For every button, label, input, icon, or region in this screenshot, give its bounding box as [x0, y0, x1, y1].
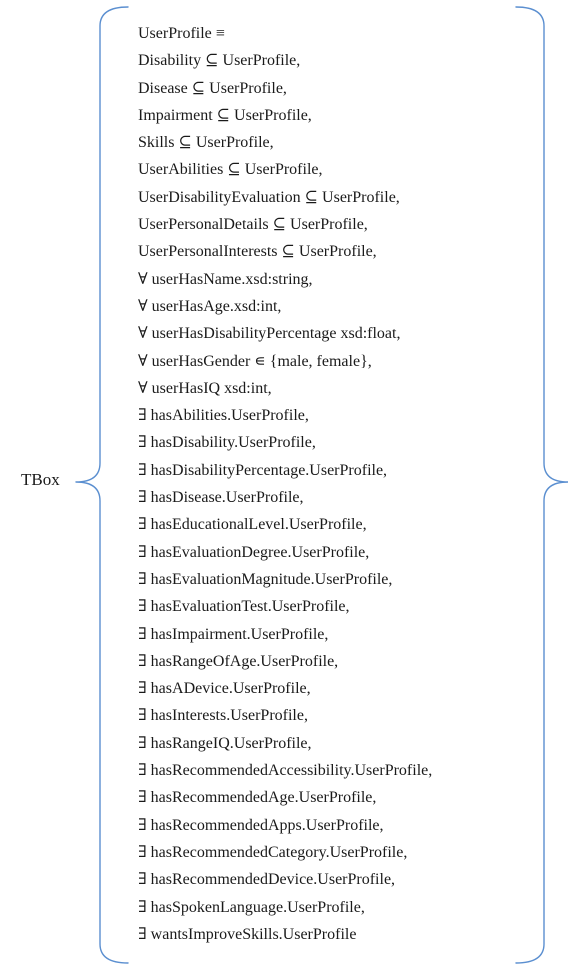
axiom-line: UserProfile ≡ — [138, 25, 225, 42]
axiom-line: ∃ hasRecommendedCategory.UserProfile, — [138, 843, 408, 861]
left-curly-brace — [75, 6, 129, 964]
axiom-line: ∃ hasDisabilityPercentage.UserProfile, — [138, 461, 388, 479]
axiom-line: ∃ hasRecommendedAge.UserProfile, — [138, 789, 377, 807]
axiom-line: Skills ⊆ UserProfile, — [138, 134, 274, 152]
axiom-line: ∃ hasRecommendedAccessibility.UserProfil… — [138, 762, 433, 780]
axiom-line: ∀ userHasDisabilityPercentage xsd:float, — [138, 325, 401, 343]
axiom-line: ∀ userHasIQ xsd:int, — [138, 379, 272, 397]
axiom-line: ∃ hasEvaluationMagnitude.UserProfile, — [138, 570, 393, 588]
axiom-line: Impairment ⊆ UserProfile, — [138, 106, 312, 124]
axiom-line: ∃ hasInterests.UserProfile, — [138, 707, 308, 725]
axiom-line: ∀ userHasName.xsd:string, — [138, 270, 313, 288]
axiom-line: ∃ hasEvaluationDegree.UserProfile, — [138, 543, 370, 561]
axiom-line: Disability ⊆ UserProfile, — [138, 52, 301, 70]
axiom-line: ∃ hasImpairment.UserProfile, — [138, 625, 329, 643]
axiom-line: ∃ hasDisability.UserProfile, — [138, 434, 316, 452]
axiom-line: ∃ hasRangeOfAge.UserProfile, — [138, 652, 339, 670]
axiom-line: ∃ hasAbilities.UserProfile, — [138, 407, 309, 425]
axiom-line: ∃ hasRecommendedDevice.UserProfile, — [138, 871, 396, 889]
axiom-list: UserProfile ≡ Disability ⊆ UserProfile, Di… — [138, 20, 432, 948]
axiom-line: ∃ hasSpokenLanguage.UserProfile, — [138, 898, 365, 916]
axiom-line: ∃ wantsImproveSkills.UserProfile — [138, 925, 357, 943]
axiom-line: UserPersonalDetails ⊆ UserProfile, — [138, 216, 368, 234]
axiom-line: Disease ⊆ UserProfile, — [138, 79, 287, 97]
right-curly-brace — [515, 6, 568, 964]
axiom-line: ∃ hasRangeIQ.UserProfile, — [138, 734, 312, 752]
axiom-line: ∃ hasEvaluationTest.UserProfile, — [138, 598, 350, 616]
axiom-line: UserPersonalInterests ⊆ UserProfile, — [138, 243, 377, 261]
axiom-line: ∃ hasRecommendedApps.UserProfile, — [138, 816, 384, 834]
axiom-line: ∀ userHasAge.xsd:int, — [138, 297, 282, 315]
axiom-line: ∃ hasDisease.UserProfile, — [138, 489, 304, 507]
axiom-line: UserAbilities ⊆ UserProfile, — [138, 161, 323, 179]
axiom-line: ∃ hasEducationalLevel.UserProfile, — [138, 516, 367, 534]
axiom-line: UserDisabilityEvaluation ⊆ UserProfile, — [138, 188, 400, 206]
axiom-line: ∃ hasADevice.UserProfile, — [138, 680, 311, 698]
axiom-line: ∀ userHasGender ∊ {male, female}, — [138, 352, 372, 370]
